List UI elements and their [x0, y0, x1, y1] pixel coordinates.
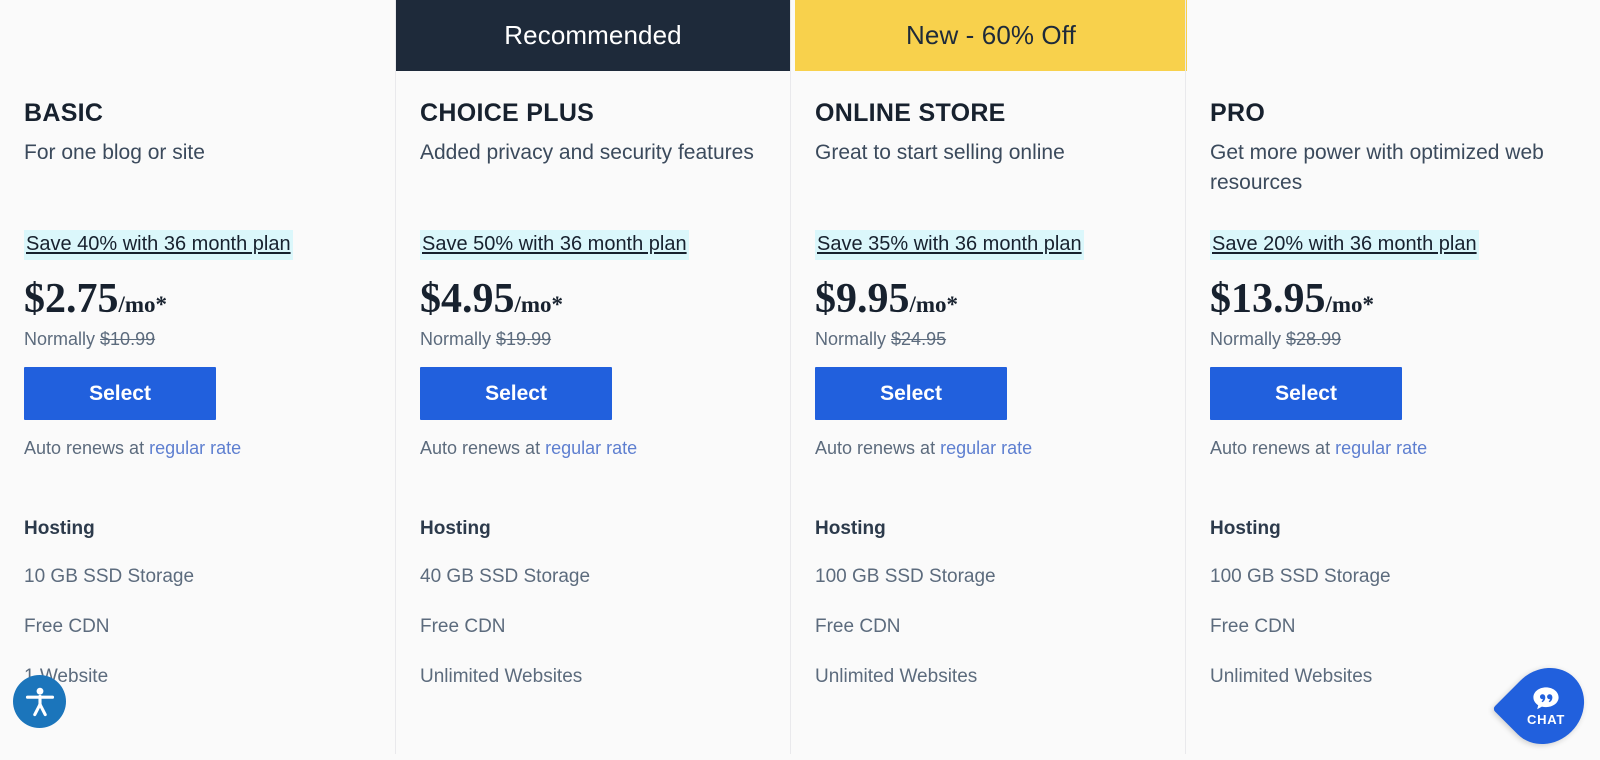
plan-price-period: /mo* [909, 292, 959, 317]
save-badge[interactable]: Save 50% with 36 month plan [420, 230, 689, 260]
plan-price-amount: $2.75 [24, 276, 119, 322]
feature-item: Unlimited Websites [815, 665, 978, 687]
features-section: Hosting 100 GB SSD Storage Free CDN Unli… [1210, 518, 1556, 688]
plan-description: For one blog or site [24, 141, 205, 164]
plan-card-online-store: ONLINE STORE Great to start selling onli… [790, 0, 1185, 754]
plan-card-basic: BASIC For one blog or site Save 40% with… [0, 0, 395, 754]
plan-price-period: /mo* [1325, 292, 1375, 317]
plan-normal-price: Normally $19.99 [420, 329, 766, 350]
chat-button[interactable]: CHAT [1492, 652, 1600, 760]
regular-rate-link[interactable]: regular rate [1335, 438, 1427, 458]
feature-item: 100 GB SSD Storage [1210, 566, 1391, 588]
plan-price: $13.95/mo* [1210, 277, 1556, 321]
auto-renew-note: Auto renews at regular rate [1210, 438, 1556, 459]
feature-item: Unlimited Websites [420, 665, 583, 687]
plan-normal-price: Normally $10.99 [24, 329, 371, 350]
select-button-label: Select [485, 381, 547, 405]
plan-name: CHOICE PLUS [420, 99, 595, 127]
auto-renew-text: Auto renews at [1210, 438, 1336, 459]
select-button[interactable]: Select [815, 367, 1007, 421]
features-section: Hosting 100 GB SSD Storage Free CDN Unli… [815, 518, 1161, 688]
features-section: Hosting 10 GB SSD Storage Free CDN 1 Web… [24, 518, 371, 688]
auto-renew-note: Auto renews at regular rate [24, 438, 371, 459]
save-badge-wrap: Save 50% with 36 month plan [420, 230, 766, 260]
normally-label: Normally [1210, 329, 1282, 350]
feature-item: 1 Website [24, 665, 109, 687]
feature-item: Free CDN [815, 615, 901, 637]
plan-price-period: /mo* [514, 292, 564, 317]
feature-item: Free CDN [420, 615, 506, 637]
auto-renew-text: Auto renews at [420, 438, 546, 459]
features-title: Hosting [24, 518, 95, 540]
speech-bubble-icon [1533, 686, 1559, 709]
auto-renew-note: Auto renews at regular rate [815, 438, 1161, 459]
save-badge-wrap: Save 20% with 36 month plan [1210, 230, 1556, 260]
plan-normal-price: Normally $28.99 [1210, 329, 1556, 350]
auto-renew-text: Auto renews at [815, 438, 941, 459]
features-title: Hosting [420, 518, 491, 540]
plan-card-choice-plus: CHOICE PLUS Added privacy and security f… [395, 0, 790, 754]
select-button[interactable]: Select [1210, 367, 1402, 421]
accessibility-button[interactable] [13, 675, 66, 728]
normally-label: Normally [420, 329, 492, 350]
plan-name: PRO [1210, 99, 1266, 127]
save-badge[interactable]: Save 40% with 36 month plan [24, 230, 293, 260]
normally-amount: $24.95 [891, 329, 947, 350]
pricing-table: BASIC For one blog or site Save 40% with… [0, 0, 1600, 754]
plan-price: $9.95/mo* [815, 277, 1161, 321]
plan-price: $2.75/mo* [24, 277, 371, 321]
feature-item: Unlimited Websites [1210, 665, 1373, 687]
plan-price-amount: $13.95 [1210, 276, 1326, 322]
regular-rate-link[interactable]: regular rate [149, 438, 241, 458]
regular-rate-link[interactable]: regular rate [545, 438, 637, 458]
normally-amount: $28.99 [1286, 329, 1342, 350]
normally-amount: $10.99 [100, 329, 156, 350]
chat-label: CHAT [1527, 711, 1565, 727]
save-badge[interactable]: Save 35% with 36 month plan [815, 230, 1084, 260]
plan-name: BASIC [24, 99, 104, 127]
accessibility-person-icon [25, 687, 54, 716]
save-badge-wrap: Save 35% with 36 month plan [815, 230, 1161, 260]
save-badge[interactable]: Save 20% with 36 month plan [1210, 230, 1479, 260]
feature-item: 100 GB SSD Storage [815, 566, 996, 588]
plan-normal-price: Normally $24.95 [815, 329, 1161, 350]
select-button[interactable]: Select [420, 367, 612, 421]
feature-item: Free CDN [1210, 615, 1296, 637]
normally-label: Normally [24, 329, 96, 350]
auto-renew-text: Auto renews at [24, 438, 150, 459]
features-section: Hosting 40 GB SSD Storage Free CDN Unlim… [420, 518, 766, 688]
plan-price-period: /mo* [118, 292, 168, 317]
feature-item: 40 GB SSD Storage [420, 566, 591, 588]
save-badge-wrap: Save 40% with 36 month plan [24, 230, 371, 260]
plan-price-amount: $9.95 [815, 276, 910, 322]
plan-description: Get more power with optimized web resour… [1210, 141, 1544, 194]
regular-rate-link[interactable]: regular rate [940, 438, 1032, 458]
features-title: Hosting [1210, 518, 1281, 540]
plan-card-pro: PRO Get more power with optimized web re… [1185, 0, 1580, 754]
select-button-label: Select [1275, 381, 1337, 405]
select-button-label: Select [880, 381, 942, 405]
feature-item: Free CDN [24, 615, 110, 637]
select-button-label: Select [89, 381, 151, 405]
plan-price-amount: $4.95 [420, 276, 515, 322]
features-title: Hosting [815, 518, 886, 540]
plan-description: Great to start selling online [815, 141, 1065, 164]
select-button[interactable]: Select [24, 367, 216, 421]
normally-label: Normally [815, 329, 887, 350]
normally-amount: $19.99 [496, 329, 552, 350]
feature-item: 10 GB SSD Storage [24, 566, 195, 588]
plan-name: ONLINE STORE [815, 99, 1006, 127]
plan-description: Added privacy and security features [420, 141, 754, 164]
auto-renew-note: Auto renews at regular rate [420, 438, 766, 459]
plan-price: $4.95/mo* [420, 277, 766, 321]
